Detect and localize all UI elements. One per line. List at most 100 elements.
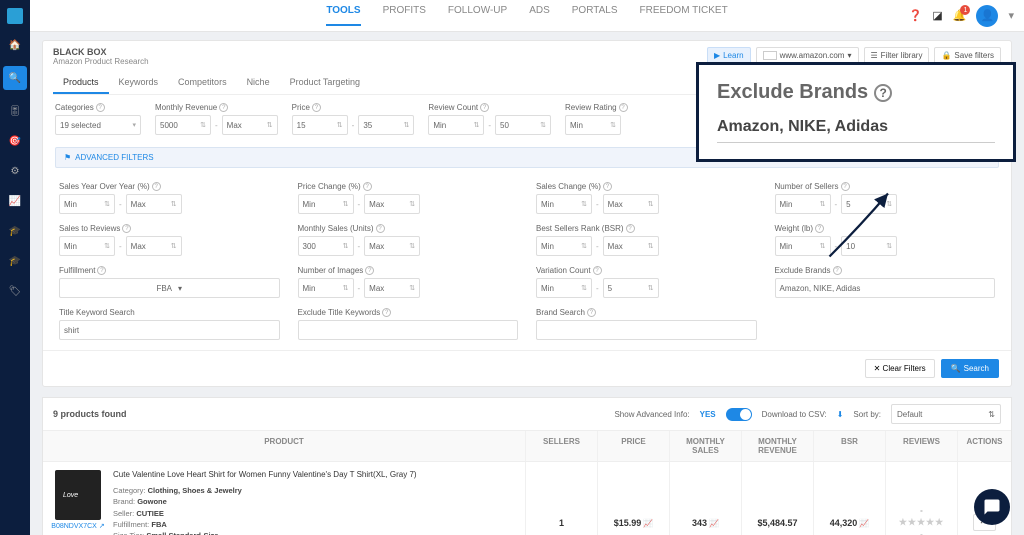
stars-icon: ★★★★★ [899,517,944,528]
chart-icon[interactable]: 📈 [643,519,653,528]
chart-icon[interactable]: 📈 [859,519,869,528]
search-button[interactable]: 🔍Search [941,359,999,378]
msu-min[interactable]: 300⇅ [298,236,354,256]
sort-select[interactable]: Default⇅ [891,404,1001,424]
help-icon[interactable]: ? [219,103,228,112]
user-menu-caret[interactable]: ▾ [1008,9,1014,22]
price-min[interactable]: 15⇅ [292,115,348,135]
th-product: PRODUCT [43,431,525,461]
num-sellers-min[interactable]: Min⇅ [775,194,831,214]
num-sellers-max[interactable]: 5⇅ [841,194,897,214]
show-advanced-toggle[interactable] [726,408,752,421]
nav-target-icon[interactable]: 🎯 [6,132,24,150]
external-link-icon: ↗ [99,522,105,530]
nav-search-icon[interactable]: 🔍 [3,66,27,90]
str-max[interactable]: Max⇅ [126,236,182,256]
cell-sellers: 1 [525,462,597,535]
monthly-revenue-min[interactable]: 5000⇅ [155,115,211,135]
review-count-min[interactable]: Min⇅ [428,115,484,135]
th-bsr: BSR [813,431,885,461]
help-icon[interactable]: ? [97,266,106,275]
price-change-min[interactable]: Min⇅ [298,194,354,214]
help-icon[interactable]: ? [312,103,321,112]
help-icon[interactable]: ? [587,308,596,317]
help-icon[interactable]: ? [122,224,131,233]
nav-cap-icon[interactable]: 🎓 [6,222,24,240]
tab-ads[interactable]: ADS [529,5,550,26]
tab-freedomticket[interactable]: FREEDOM TICKET [640,5,728,26]
th-sellers: SELLERS [525,431,597,461]
exclude-brands-input[interactable]: Amazon, NIKE, Adidas [775,278,996,298]
tab-followup[interactable]: FOLLOW-UP [448,5,507,26]
clear-filters-button[interactable]: ✕ Clear Filters [865,359,935,378]
bsr-max[interactable]: Max⇅ [603,236,659,256]
sales-change-min[interactable]: Min⇅ [536,194,592,214]
help-icon[interactable]: ? [152,182,161,191]
filter-number-of-sellers: Number of Sellers? Min⇅-5⇅ [775,182,996,214]
help-icon[interactable]: ? [626,224,635,233]
help-icon[interactable]: ? [593,266,602,275]
help-icon[interactable]: ? [376,224,385,233]
weight-min[interactable]: Min⇅ [775,236,831,256]
subtab-product-targeting[interactable]: Product Targeting [280,72,370,94]
nav-gear-icon[interactable]: ⚙ [6,162,24,180]
subtab-products[interactable]: Products [53,72,109,94]
help-icon[interactable]: ? [841,182,850,191]
help-icon[interactable]: ? [833,266,842,275]
price-max[interactable]: 35⇅ [358,115,414,135]
vc-min[interactable]: Min⇅ [536,278,592,298]
results-card: 9 products found Show Advanced Info: YES… [42,397,1012,535]
bsr-min[interactable]: Min⇅ [536,236,592,256]
sales-yoy-min[interactable]: Min⇅ [59,194,115,214]
user-avatar[interactable]: 👤 [976,5,998,27]
vc-max[interactable]: 5⇅ [603,278,659,298]
help-icon[interactable]: ? [363,182,372,191]
sales-yoy-max[interactable]: Max⇅ [126,194,182,214]
product-thumbnail[interactable] [55,470,101,520]
noi-min[interactable]: Min⇅ [298,278,354,298]
help-icon[interactable]: ? [603,182,612,191]
brand-search-input[interactable] [536,320,757,340]
review-count-max[interactable]: 50⇅ [495,115,551,135]
fulfillment-select[interactable]: FBA▾ [59,278,280,298]
str-min[interactable]: Min⇅ [59,236,115,256]
nav-tag-icon[interactable]: 🏷 [6,282,24,300]
price-change-max[interactable]: Max⇅ [364,194,420,214]
nav-analytics-icon[interactable]: 📈 [6,192,24,210]
sales-change-max[interactable]: Max⇅ [603,194,659,214]
help-icon[interactable]: ? [480,103,489,112]
nav-tune-icon[interactable]: 🎚 [6,102,24,120]
help-icon[interactable]: ? [96,103,105,112]
categories-select[interactable]: 19 selected▾ [55,115,141,135]
nav-home-icon[interactable]: 🏠 [6,36,24,54]
help-icon[interactable]: ? [619,103,628,112]
review-rating-min[interactable]: Min⇅ [565,115,621,135]
product-name[interactable]: Cute Valentine Love Heart Shirt for Wome… [113,470,417,479]
download-csv-icon[interactable]: ⬇ [837,410,844,419]
subtab-competitors[interactable]: Competitors [168,72,237,94]
cell-monthly-revenue: $5,484.57 [741,462,813,535]
chat-fab[interactable] [974,489,1010,525]
exclude-title-keywords-input[interactable] [298,320,519,340]
msu-max[interactable]: Max⇅ [364,236,420,256]
tab-profits[interactable]: PROFITS [383,5,426,26]
help-icon[interactable]: ? [365,266,374,275]
bell-icon[interactable]: 🔔 [953,9,967,22]
tab-portals[interactable]: PORTALS [572,5,618,26]
noi-max[interactable]: Max⇅ [364,278,420,298]
chart-icon[interactable]: 📈 [709,519,719,528]
filter-actions: ✕ Clear Filters 🔍Search [43,350,1011,386]
facebook-icon[interactable]: ◪ [932,9,942,22]
tab-tools[interactable]: TOOLS [326,5,360,26]
subtab-keywords[interactable]: Keywords [109,72,169,94]
weight-max[interactable]: 10⇅ [841,236,897,256]
help-icon[interactable]: ❓ [909,9,923,22]
help-icon[interactable]: ? [815,224,824,233]
subtab-niche[interactable]: Niche [237,72,280,94]
nav-education-icon[interactable]: 🎓 [6,252,24,270]
title-keyword-input[interactable]: shirt [59,320,280,340]
topbar-right: ❓ ◪ 🔔 👤 ▾ [909,5,1014,27]
help-icon[interactable]: ? [382,308,391,317]
monthly-revenue-max[interactable]: Max⇅ [222,115,278,135]
asin-link[interactable]: B08NDVX7CX↗ [51,522,104,530]
